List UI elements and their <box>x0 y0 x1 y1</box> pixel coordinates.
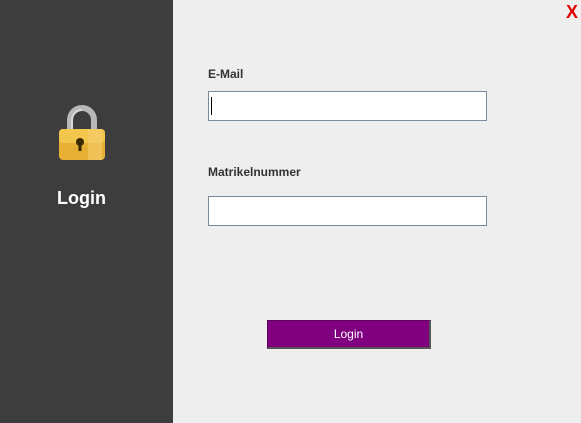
close-icon[interactable]: X <box>565 2 579 22</box>
login-button[interactable]: Login <box>267 320 431 349</box>
text-caret <box>211 97 212 115</box>
lock-icon <box>59 105 105 160</box>
sidebar: Login <box>0 0 173 423</box>
matrikelnummer-field[interactable] <box>208 196 487 226</box>
matrikelnummer-label: Matrikelnummer <box>208 165 301 179</box>
sidebar-title: Login <box>57 188 106 208</box>
email-field[interactable] <box>208 91 487 121</box>
email-label: E-Mail <box>208 67 244 81</box>
